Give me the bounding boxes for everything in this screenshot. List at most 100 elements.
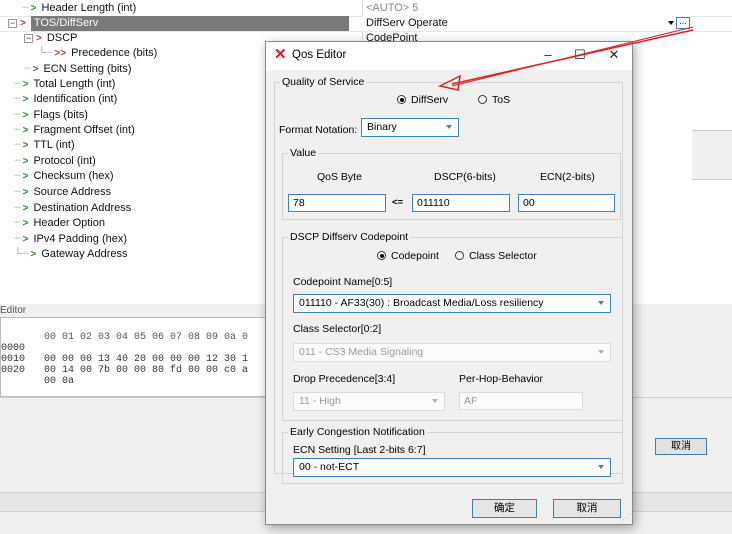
- class-selector-radio[interactable]: [455, 251, 464, 260]
- tree-row-label: TOS/DiffServ: [30, 16, 349, 31]
- chevron-right-icon: >: [32, 64, 39, 75]
- chevron-right-icon: >: [22, 218, 29, 229]
- chevron-down-icon: [432, 399, 438, 403]
- chevron-right-icon: >: [22, 203, 29, 214]
- codepoint-name-select[interactable]: 011110 - AF33(30) : Broadcast Media/Loss…: [293, 294, 611, 313]
- chevron-right-icon: >: [22, 156, 29, 167]
- hex-bytes: 00 0a: [44, 376, 75, 387]
- tree-row-label: Fragment Offset (int): [33, 124, 135, 136]
- qos-group-title: Quality of Service: [282, 76, 365, 88]
- qos-byte-header: QoS Byte: [317, 171, 362, 183]
- tree-row-label: TTL (int): [33, 139, 75, 151]
- hex-offset: 0020: [1, 365, 26, 376]
- tree-row-identification[interactable]: ┈ > Identification (int): [0, 92, 300, 107]
- hex-header: 00 01 02 03 04 05 06 07 08 09 0a 0: [44, 332, 249, 343]
- qos-editor-dialog: ✕ Qos Editor – ☐ ✕ Quality of Service Di…: [265, 41, 633, 525]
- chevron-right-icon: >: [30, 249, 37, 260]
- tree-row-precedence[interactable]: └┈ >> Precedence (bits): [0, 46, 300, 61]
- tree-row-label: Source Address: [33, 186, 112, 198]
- tree-row-ipv4-padding[interactable]: ┈ > IPv4 Padding (hex): [0, 232, 300, 247]
- drop-precedence-value: 11 - High: [299, 395, 341, 407]
- hex-editor[interactable]: 00 01 02 03 04 05 06 07 08 09 0a 0 0000 …: [0, 317, 292, 397]
- tree-row-total-length[interactable]: ┈ > Total Length (int): [0, 77, 300, 92]
- ecn-setting-value: 00 - not-ECT: [299, 461, 360, 473]
- tree-row-value: <AUTO> 5: [366, 2, 419, 14]
- background-cancel-button[interactable]: 取消: [655, 438, 707, 455]
- chevron-down-icon: [446, 125, 452, 129]
- qos-byte-input[interactable]: 78: [288, 194, 386, 212]
- tree-row-label: Gateway Address: [41, 248, 128, 260]
- diffserv-operate-field[interactable]: DiffServ Operate ...: [362, 16, 692, 31]
- tos-radio-label: ToS: [492, 94, 511, 106]
- hex-row[interactable]: 0000 00 00 00 13 40 20 00 00 00 12 30 1: [1, 332, 248, 365]
- tree-row-label: Checksum (hex): [33, 170, 114, 182]
- cancel-button[interactable]: 取消: [553, 499, 621, 518]
- hex-row[interactable]: 0010 00 14 00 7b 00 00 80 fd 00 00 c0 a: [1, 343, 248, 376]
- phb-label: Per-Hop-Behavior: [459, 373, 544, 385]
- double-chevron-right-icon: >>: [54, 48, 67, 59]
- minimize-button[interactable]: –: [534, 46, 562, 64]
- codepoint-radio[interactable]: [377, 251, 386, 260]
- app-logo-icon: ✕: [274, 46, 287, 63]
- resize-grip-icon[interactable]: ⋰: [622, 514, 630, 522]
- dropdown-arrow-icon[interactable]: [668, 21, 674, 25]
- tree-row-gateway-address[interactable]: └┈ > Gateway Address: [0, 247, 300, 262]
- tree-row-header-length[interactable]: ┈ > Header Length (int) <AUTO> 5: [0, 1, 732, 16]
- tree-row-protocol[interactable]: ┈ > Protocol (int): [0, 154, 300, 169]
- class-selector-value: 011 - CS3 Media Signaling: [299, 346, 424, 358]
- diffserv-radio[interactable]: [397, 95, 406, 104]
- chevron-right-icon: >: [22, 187, 29, 198]
- ok-button[interactable]: 确定: [472, 499, 537, 518]
- phb-input[interactable]: AF: [459, 392, 583, 410]
- ellipsis-button[interactable]: ...: [676, 17, 690, 29]
- chevron-right-icon: >: [20, 18, 26, 29]
- tree-row-header-option[interactable]: ┈ > Header Option: [0, 216, 300, 231]
- hex-header-row: 00 01 02 03 04 05 06 07 08 09 0a 0: [1, 321, 248, 343]
- tree-row-checksum[interactable]: ┈ > Checksum (hex): [0, 169, 300, 184]
- format-notation-label: Format Notation:: [279, 124, 358, 136]
- format-notation-select[interactable]: Binary: [361, 118, 459, 137]
- tree-row-tos-diffserv[interactable]: − > TOS/DiffServ DiffServ Operate ...: [0, 16, 732, 31]
- chevron-right-icon: >: [30, 3, 37, 14]
- hex-bytes: 00 00 00 13 40 20 00 00 00 12 30 1: [44, 354, 249, 365]
- ecn-setting-label: ECN Setting [Last 2-bits 6:7]: [293, 444, 426, 456]
- dscp-group-title: DSCP Diffserv Codepoint: [290, 231, 409, 243]
- codepoint-radio-label: Codepoint: [391, 250, 439, 262]
- ecn-input[interactable]: 00: [518, 194, 615, 212]
- hex-bytes: 00 14 00 7b 00 00 80 fd 00 00 c0 a: [44, 365, 249, 376]
- tree-row-label: Identification (int): [33, 93, 118, 105]
- dialog-titlebar[interactable]: ✕ Qos Editor – ☐ ✕: [266, 42, 632, 70]
- tree-row-label: Total Length (int): [33, 78, 116, 90]
- tree-row-label: IPv4 Padding (hex): [33, 233, 128, 245]
- dscp-input[interactable]: 011110: [412, 194, 510, 212]
- tree-row-destination-address[interactable]: ┈ > Destination Address: [0, 201, 300, 216]
- maximize-button[interactable]: ☐: [566, 46, 594, 64]
- class-selector-select[interactable]: 011 - CS3 Media Signaling: [293, 343, 611, 362]
- diffserv-radio-label: DiffServ: [411, 94, 449, 106]
- collapse-toggle-icon[interactable]: −: [8, 19, 17, 28]
- value-group-title: Value: [290, 147, 317, 159]
- editor-label: Editor: [0, 305, 40, 317]
- tree-row-fragment-offset[interactable]: ┈ > Fragment Offset (int): [0, 123, 300, 138]
- tree-row-ttl[interactable]: ┈ > TTL (int): [0, 138, 300, 153]
- hex-row[interactable]: 0020 00 0a: [1, 354, 74, 387]
- ecn-setting-select[interactable]: 00 - not-ECT: [293, 458, 611, 477]
- tree-row-value: DiffServ Operate: [366, 17, 448, 29]
- chevron-right-icon: >: [36, 33, 42, 44]
- tree-row-source-address[interactable]: ┈ > Source Address: [0, 185, 300, 200]
- tree-row-label: Protocol (int): [33, 155, 96, 167]
- close-button[interactable]: ✕: [600, 46, 628, 64]
- collapse-toggle-icon[interactable]: −: [24, 34, 33, 43]
- drop-precedence-select[interactable]: 11 - High: [293, 392, 445, 411]
- tree-row-label: Header Length (int): [41, 2, 137, 14]
- codepoint-name-value: 011110 - AF33(30) : Broadcast Media/Loss…: [299, 297, 544, 309]
- tree-row-ecn-setting[interactable]: ┈ > ECN Setting (bits): [0, 62, 300, 77]
- tree-row-label: Header Option: [33, 217, 106, 229]
- drop-precedence-label: Drop Precedence[3:4]: [293, 373, 396, 385]
- dscp-bits-header: DSCP(6-bits): [434, 171, 496, 183]
- tree-row-label: DSCP: [46, 32, 78, 44]
- tree-row-label: Precedence (bits): [71, 47, 158, 59]
- tree-row-flags[interactable]: ┈ > Flags (bits): [0, 108, 300, 123]
- tos-radio[interactable]: [478, 95, 487, 104]
- chevron-right-icon: >: [22, 140, 29, 151]
